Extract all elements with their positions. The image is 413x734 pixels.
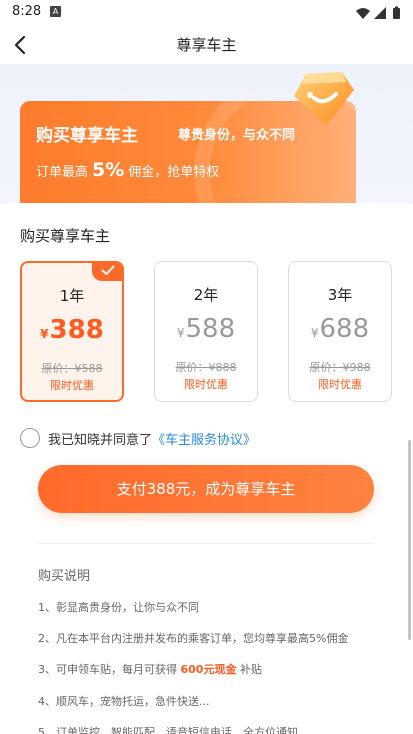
agreement-link[interactable]: 《车主服务协议》 xyxy=(152,429,256,448)
scrollbar[interactable] xyxy=(408,440,411,640)
plan-card-2-year[interactable]: 2年 ¥588 原价：¥888 限时优惠 xyxy=(154,261,258,402)
wifi-icon xyxy=(356,8,370,19)
note-item: 5、订单监控、智能匹配、语音短信电话、全方位通知 xyxy=(38,726,298,734)
notification-icon: A xyxy=(50,6,61,17)
diamond-icon xyxy=(290,68,356,130)
note-item: 4、顺风车，宠物托运，急件快送... xyxy=(38,695,210,708)
notes-title: 购买说明 xyxy=(38,569,91,584)
purchase-sheet: 购买尊享车主 1年 ¥388 原价：¥588 限时优惠 2年 ¥588 原价：¥… xyxy=(0,203,413,734)
plan-card-3-year[interactable]: 3年 ¥688 原价：¥988 限时优惠 xyxy=(288,261,392,402)
section-title: 购买尊享车主 xyxy=(20,227,111,245)
status-time: 8:28 xyxy=(12,4,42,19)
hero-desc-highlight: 5% xyxy=(92,159,125,181)
status-icons xyxy=(355,5,403,19)
plan-promo-tag: 限时优惠 xyxy=(184,378,228,391)
note-item-suffix: 补贴 xyxy=(239,663,262,676)
hero-subtitle: 尊贵身份，与众不同 xyxy=(178,128,296,143)
plan-price: ¥588 xyxy=(155,314,257,344)
hero-desc-suffix: 佣金，抢单特权 xyxy=(128,165,220,180)
plan-price-value: 588 xyxy=(185,314,236,344)
page-title: 尊享车主 xyxy=(176,36,237,54)
divider xyxy=(38,543,374,544)
currency-symbol: ¥ xyxy=(40,327,49,341)
battery-icon xyxy=(393,6,400,19)
agreement-checkbox[interactable] xyxy=(20,428,40,448)
plan-promo-tag: 限时优惠 xyxy=(318,378,362,391)
plan-price-value: 388 xyxy=(49,315,104,345)
selected-badge xyxy=(92,263,122,281)
plan-original-price: 原价：¥988 xyxy=(309,361,371,374)
note-item-highlight: 600元现金 xyxy=(180,663,237,676)
pay-button[interactable]: 支付388元，成为尊享车主 xyxy=(38,465,374,513)
plan-original-price: 原价：¥888 xyxy=(175,361,237,374)
plan-original-price: 原价：¥588 xyxy=(41,362,103,375)
currency-symbol: ¥ xyxy=(310,326,319,340)
nav-bar: 尊享车主 xyxy=(0,26,413,64)
agreement-row: 我已知晓并同意了 《车主服务协议》 xyxy=(20,428,256,448)
status-bar: 8:28 A xyxy=(0,0,413,26)
currency-symbol: ¥ xyxy=(176,326,185,340)
plan-price-value: 688 xyxy=(319,314,370,344)
note-item-prefix: 3、可申领车贴，每月可获得 xyxy=(38,663,177,676)
plan-duration: 1年 xyxy=(59,287,85,305)
hero-title: 购买尊享车主 xyxy=(36,126,138,146)
plan-price: ¥688 xyxy=(289,314,391,344)
note-item: 1、彰显高贵身份，让你与众不同 xyxy=(38,601,199,614)
signal-icon xyxy=(374,7,386,19)
hero-desc-prefix: 订单最高 xyxy=(36,165,89,180)
note-item: 2、凡在本平台内注册并发布的乘客订单，您均尊享最高5%佣金 xyxy=(38,632,349,645)
plan-promo-tag: 限时优惠 xyxy=(50,379,94,392)
plan-price: ¥388 xyxy=(22,315,122,345)
agreement-text: 我已知晓并同意了 xyxy=(48,432,153,448)
hero-description: 订单最高 5% 佣金，抢单特权 xyxy=(36,159,219,181)
note-item: 3、可申领车贴，每月可获得 600元现金 补贴 xyxy=(38,661,262,677)
plan-duration: 3年 xyxy=(327,286,353,304)
check-icon xyxy=(101,265,115,275)
plan-card-1-year[interactable]: 1年 ¥388 原价：¥588 限时优惠 xyxy=(20,261,124,402)
plan-duration: 2年 xyxy=(193,286,219,304)
